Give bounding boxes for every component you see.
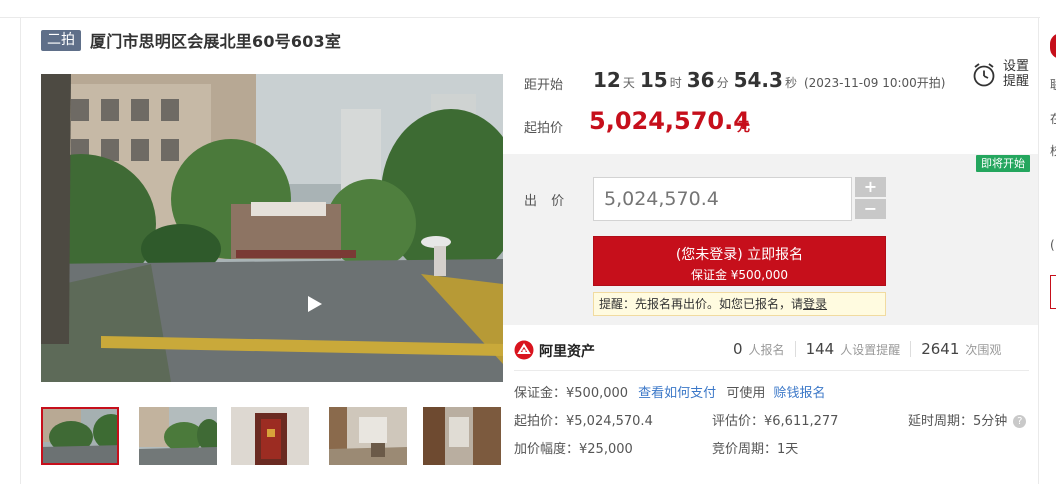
signup-count: 0 [733, 340, 743, 358]
loan-signup-link[interactable]: 赊钱报名 [773, 386, 825, 401]
register-deposit-label: 保证金 ¥500,000 [690, 268, 789, 282]
how-to-pay-link[interactable]: 查看如何支付 [638, 386, 716, 401]
login-link[interactable]: 登录 [803, 297, 827, 311]
play-video-icon[interactable] [303, 293, 325, 315]
view-count: 2641 [921, 340, 960, 358]
countdown-seconds-unit: 秒 [784, 76, 797, 90]
decrease-bid-button[interactable]: − [855, 199, 886, 219]
side-panel-box [1050, 275, 1056, 309]
side-panel-icon [1050, 33, 1056, 59]
starting-price-label: 起拍价 [524, 121, 564, 136]
reminder-count: 144 [805, 340, 835, 358]
auction-stats: 0 人报名 144 人设置提醒 2641 次围观 [733, 340, 1001, 358]
detail-start-price: 起拍价：¥5,024,570.4 [514, 414, 653, 429]
starting-price-unit: 元 [737, 120, 751, 135]
loan-prefix: 可使用 [726, 386, 766, 401]
countdown-minutes-unit: 分 [716, 76, 729, 90]
register-button-label: (您未登录) 立即报名 [675, 247, 804, 263]
reminder-count-label: 人设置提醒 [840, 343, 901, 357]
countdown-minutes: 36 [686, 68, 715, 92]
detail-increment: 加价幅度：¥25,000 [514, 442, 633, 457]
detail-appraisal: 评估价：¥6,611,277 [712, 414, 839, 429]
thumbnail-5[interactable] [423, 407, 501, 465]
title-row: 二拍 厦门市思明区会展北里60号603室 [41, 28, 341, 52]
countdown-label: 距开始 [524, 78, 564, 93]
countdown-days-unit: 天 [622, 76, 635, 90]
thumbnail-2[interactable] [139, 407, 217, 465]
countdown-timer: 12 天 15 时 36 分 54.3 秒 (2023-11-09 10:00开… [593, 68, 945, 92]
reminder-label: 设置 提醒 [1003, 59, 1033, 89]
register-button[interactable]: (您未登录) 立即报名 保证金 ¥500,000 [593, 236, 886, 286]
alarm-clock-icon [973, 63, 995, 87]
bid-label: 出 价 [524, 194, 570, 209]
countdown-seconds: 54.3 [733, 68, 783, 92]
card-left-border [20, 17, 21, 484]
countdown-days: 12 [593, 68, 621, 92]
side-panel-text: 联 [1050, 76, 1056, 93]
deposit-row: 保证金：¥500,000 查看如何支付 可使用 赊钱报名 [514, 382, 826, 401]
login-tip: 提醒：先报名再出价。如您已报名，请登录 [593, 292, 886, 316]
side-panel-text: 在 [1050, 110, 1056, 127]
page-title: 厦门市思明区会展北里60号603室 [90, 32, 342, 51]
deposit-text: 保证金：¥500,000 [514, 386, 629, 401]
thumbnail-3[interactable] [231, 407, 309, 465]
thumbnail-1[interactable] [41, 407, 119, 465]
stats-divider [514, 370, 1029, 371]
card-top-border [0, 17, 1040, 18]
thumbnail-4[interactable] [329, 407, 407, 465]
stat-divider [910, 341, 912, 357]
increase-bid-button[interactable]: + [855, 177, 886, 197]
bid-amount-input[interactable] [593, 177, 852, 221]
countdown-hours-unit: 时 [669, 76, 682, 90]
starting-price-value: 5,024,570.4 [589, 107, 750, 135]
extension-text: 延时周期：5分钟 [908, 414, 1008, 429]
card-right-border [1038, 17, 1039, 484]
main-photo[interactable] [41, 74, 503, 382]
detail-extension: 延时周期：5分钟? [908, 410, 1027, 429]
view-label: 次围观 [965, 343, 1002, 357]
countdown-hours: 15 [639, 68, 668, 92]
platform-name: 阿里资产 [539, 344, 595, 360]
signup-label: 人报名 [748, 343, 785, 357]
status-badge: 即将开始 [976, 155, 1030, 172]
auction-start-time: (2023-11-09 10:00开拍) [803, 76, 946, 90]
stat-divider [794, 341, 796, 357]
tip-text: 提醒：先报名再出价。如您已报名，请 [599, 297, 804, 311]
side-panel-text: ( [1050, 238, 1055, 252]
detail-auction-cycle: 竞价周期：1天 [712, 442, 799, 457]
help-icon[interactable]: ? [1013, 415, 1027, 428]
ali-assets-logo-icon [514, 340, 534, 360]
reminder-line1: 设置 [1003, 59, 1030, 74]
reminder-line2: 提醒 [1003, 74, 1030, 89]
thumbnail-strip [41, 407, 503, 465]
side-panel-text: 校 [1050, 142, 1056, 159]
set-reminder-button[interactable]: 设置 提醒 [972, 59, 1032, 91]
round-badge: 二拍 [41, 29, 81, 51]
